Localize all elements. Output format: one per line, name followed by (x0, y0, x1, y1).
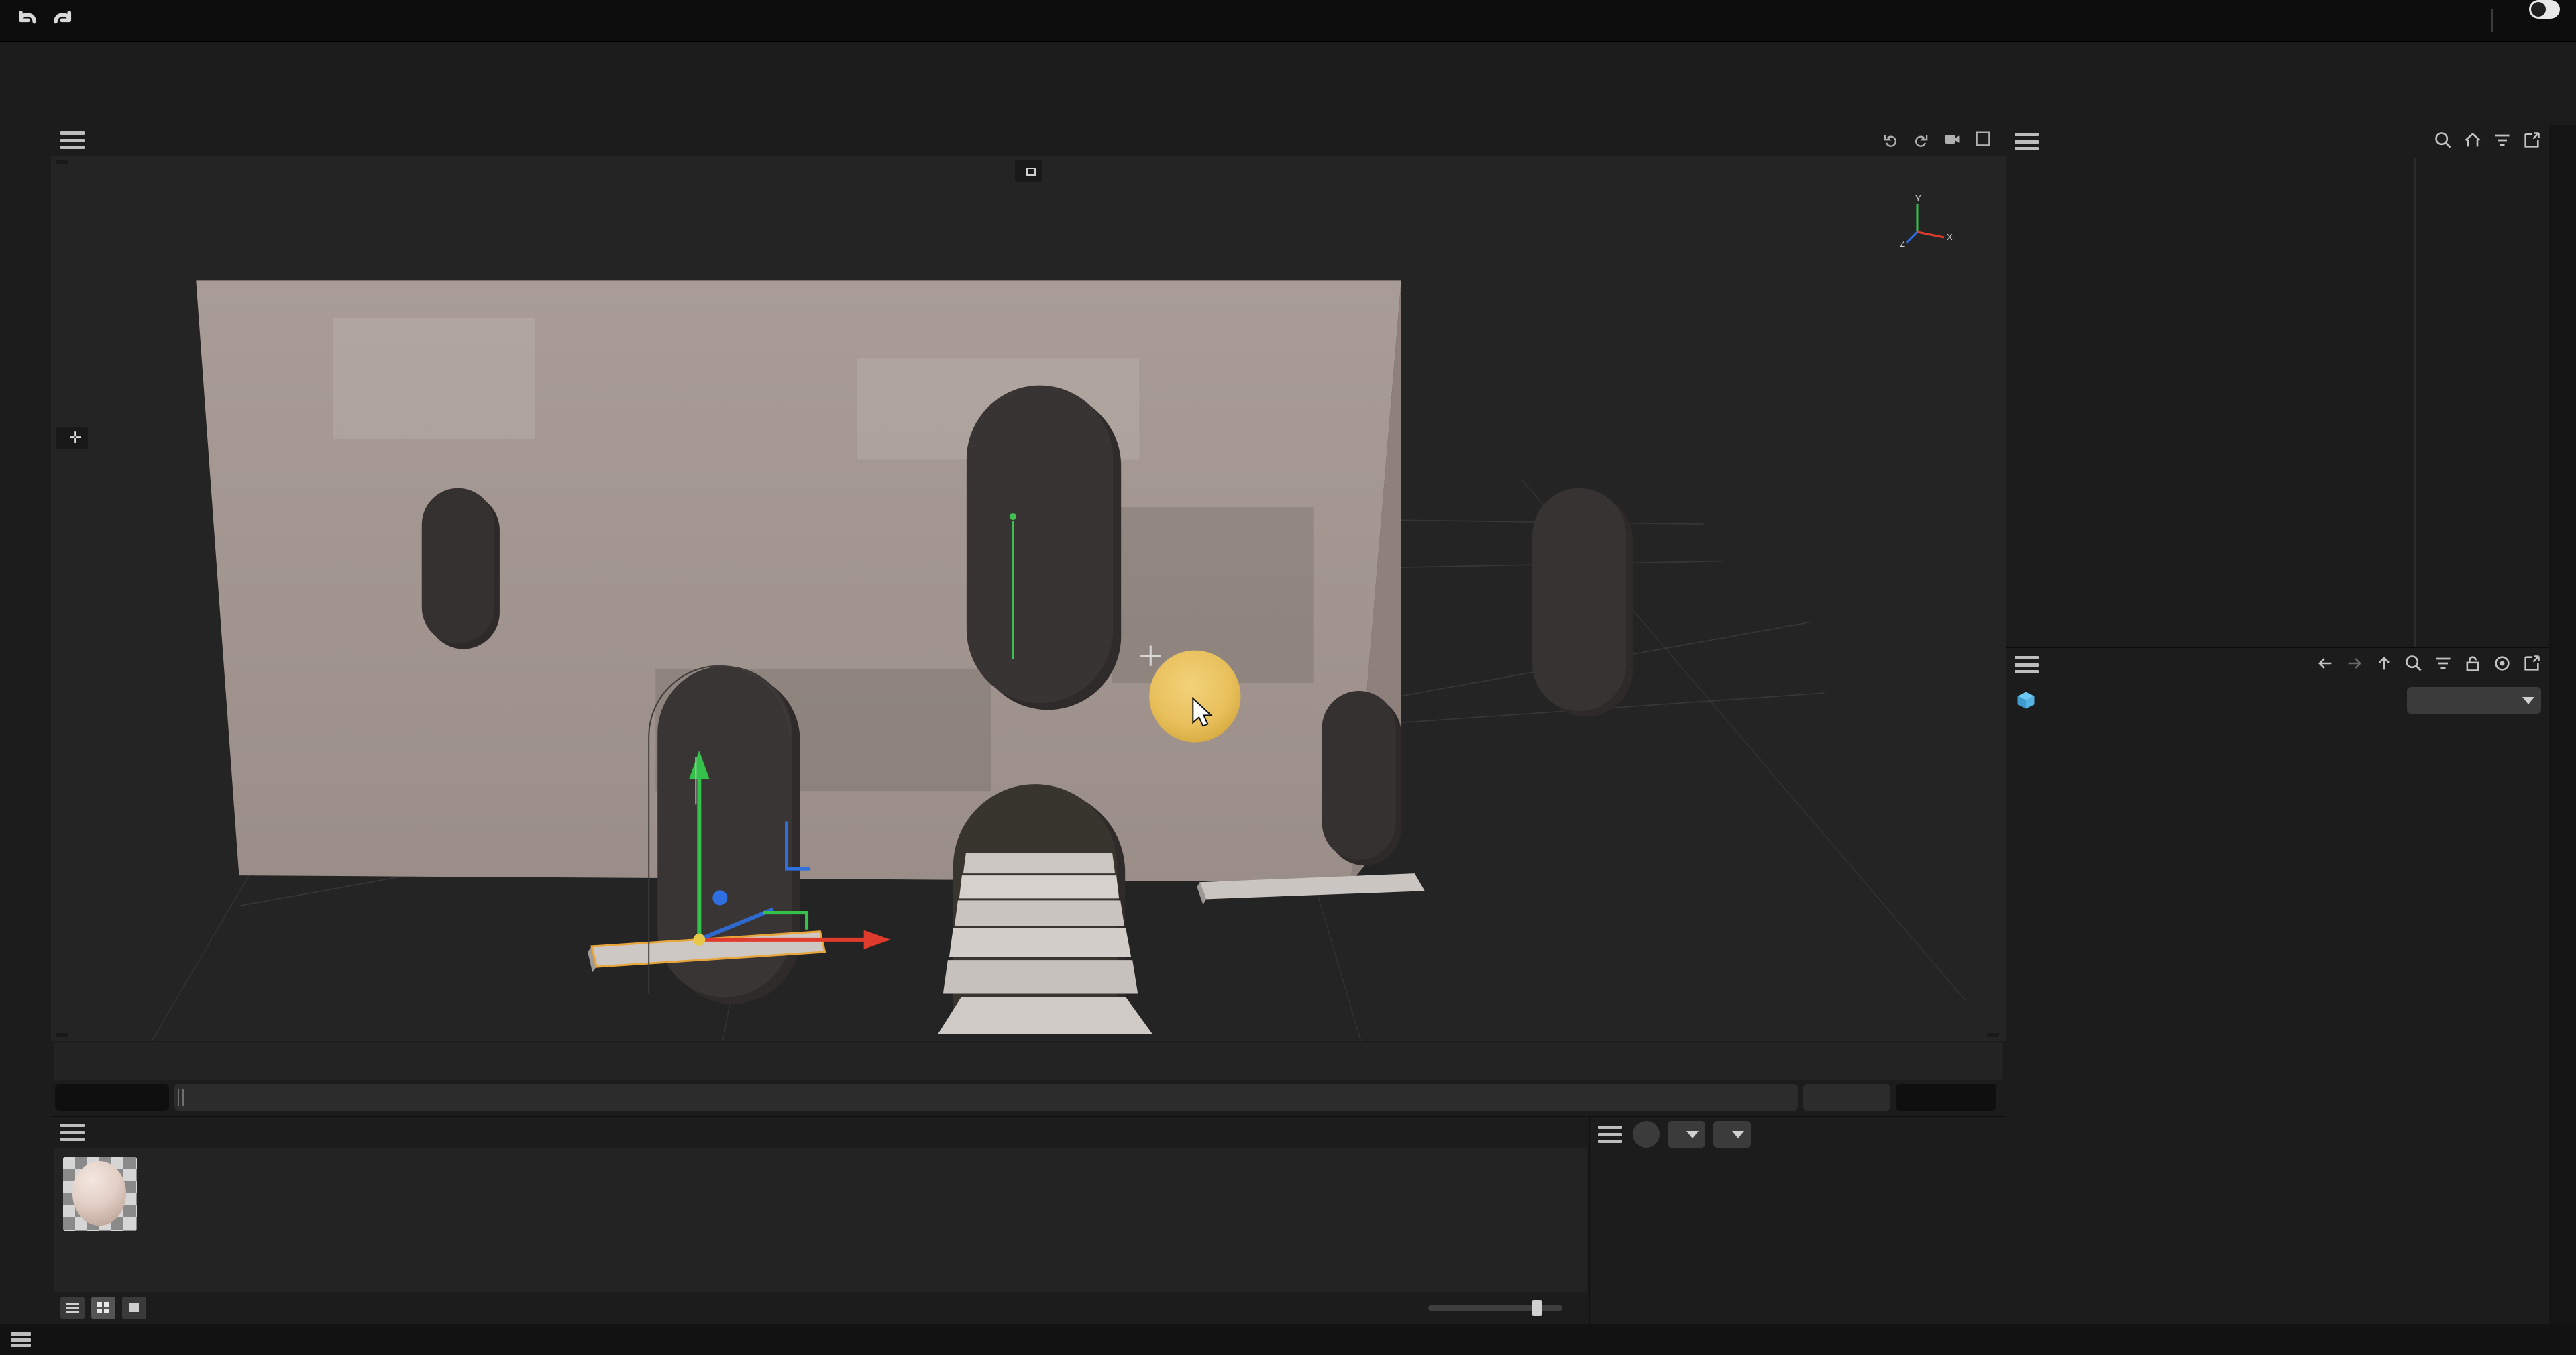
redo-icon[interactable] (50, 7, 74, 34)
timeline-range-slider[interactable] (174, 1084, 1798, 1111)
material-zoom-slider[interactable] (1428, 1300, 1562, 1316)
status-menu-icon[interactable] (11, 1332, 31, 1347)
main-body: Y X Z ✛ (0, 125, 2576, 1324)
maximize-icon[interactable] (1974, 129, 1992, 152)
svg-text:Y: Y (1915, 193, 1921, 203)
attributes-manager (2006, 647, 2549, 1324)
search-icon[interactable] (2404, 654, 2423, 676)
redo-view-icon[interactable] (1912, 129, 1931, 152)
material-manager-footer (51, 1292, 1589, 1324)
material-manager (51, 1117, 1590, 1324)
attributes-menu-icon[interactable] (2015, 656, 2039, 673)
layout-toggle[interactable] (2529, 0, 2560, 19)
document-end-field[interactable] (1896, 1084, 1996, 1111)
chevron-down-icon (2522, 696, 2534, 704)
attributes-preset-select[interactable] (2407, 687, 2541, 714)
coordinates-grid (1590, 1152, 2006, 1324)
svg-text:X: X (1947, 232, 1953, 242)
cube-object-icon (2017, 692, 2035, 709)
attributes-icons (2316, 654, 2541, 676)
new-layouts-label[interactable] (2498, 0, 2522, 41)
camera-icon[interactable] (1943, 129, 1962, 152)
undo-icon[interactable] (15, 7, 39, 34)
add-layout-button[interactable] (2457, 0, 2486, 41)
tabbar-spacer (86, 0, 2457, 41)
coordinates-header (1590, 1117, 2006, 1152)
up-icon[interactable] (2375, 654, 2394, 676)
undo-redo-group (0, 0, 86, 41)
viewport-scene (51, 156, 2006, 1041)
forward-icon[interactable] (2345, 654, 2364, 676)
preview-range-end-field[interactable] (1803, 1084, 1890, 1111)
center-column: Y X Z ✛ (51, 125, 2006, 1324)
svg-text:Z: Z (1900, 239, 1905, 249)
coordinate-mode-select[interactable] (1713, 1121, 1751, 1148)
viewport-tool-label: ✛ (56, 427, 89, 449)
camera-lock-icon[interactable] (1026, 167, 1036, 176)
timeline-frame-row (51, 1080, 2006, 1115)
open-window-icon[interactable] (2522, 654, 2541, 676)
timeline-ruler[interactable] (54, 1042, 2003, 1080)
icon-view-large-icon[interactable] (91, 1297, 115, 1319)
material-menu-icon[interactable] (60, 1124, 85, 1141)
chevron-down-icon (1686, 1130, 1699, 1138)
search-icon[interactable] (2434, 131, 2453, 153)
attributes-object-header (2006, 682, 2549, 719)
lock-icon[interactable] (2463, 654, 2482, 676)
undo-view-icon[interactable] (1881, 129, 1900, 152)
viewport-grid-spacing-label (1987, 1033, 1999, 1037)
viewport-header (51, 125, 2006, 156)
home-icon[interactable] (2463, 131, 2482, 153)
viewport-header-icons (1881, 125, 1992, 156)
material-manager-menu (51, 1117, 1589, 1148)
coordinates-menu-icon[interactable] (1598, 1126, 1622, 1143)
material-thumbnail[interactable] (63, 1157, 137, 1231)
main-menu-bar (0, 42, 2576, 72)
chevron-down-icon (1732, 1130, 1744, 1138)
coordinate-space-select[interactable] (1668, 1121, 1705, 1148)
material-item[interactable] (63, 1157, 137, 1235)
attributes-menu (2006, 648, 2549, 682)
material-list[interactable] (54, 1148, 1587, 1292)
icon-view-small-icon[interactable] (122, 1297, 146, 1319)
document-tab-bar (0, 0, 2576, 42)
reset-transform-button[interactable] (1633, 1121, 1660, 1148)
left-tool-rail (0, 125, 51, 1324)
attributes-tabs (2006, 719, 2549, 754)
viewport-menu-icon[interactable] (60, 131, 85, 149)
object-manager-menu-icon[interactable] (2015, 133, 2039, 150)
right-dock (2006, 125, 2576, 1324)
viewport-camera-label (1015, 160, 1042, 182)
filter-icon[interactable] (2493, 131, 2512, 153)
current-frame-field[interactable] (55, 1084, 169, 1111)
filter-icon[interactable] (2434, 654, 2453, 676)
bottom-panels (51, 1116, 2006, 1324)
back-icon[interactable] (2316, 654, 2334, 676)
axis-gizmo: Y X Z (1900, 193, 1953, 249)
viewport-perspective-label (56, 160, 68, 164)
target-icon[interactable] (2493, 654, 2512, 676)
cinema4d-window: Y X Z ✛ (0, 0, 2576, 1355)
attributes-section-title (2006, 754, 2549, 769)
object-manager-icons (2434, 131, 2541, 153)
coordinates-manager (1590, 1117, 2006, 1324)
right-dock-side-tabs (2549, 125, 2576, 1324)
tabbar-divider (2491, 9, 2493, 32)
right-dock-main (2006, 125, 2549, 1324)
viewport-3d[interactable]: Y X Z ✛ (51, 156, 2006, 1041)
list-view-icon[interactable] (60, 1297, 85, 1319)
main-toolbar (0, 72, 2576, 125)
object-tree[interactable] (2006, 158, 2549, 647)
viewport-view-transform-label (56, 1033, 68, 1037)
status-bar (0, 1324, 2576, 1355)
timeline (51, 1041, 2006, 1116)
open-window-icon[interactable] (2522, 131, 2541, 153)
object-manager-menu (2006, 125, 2549, 158)
